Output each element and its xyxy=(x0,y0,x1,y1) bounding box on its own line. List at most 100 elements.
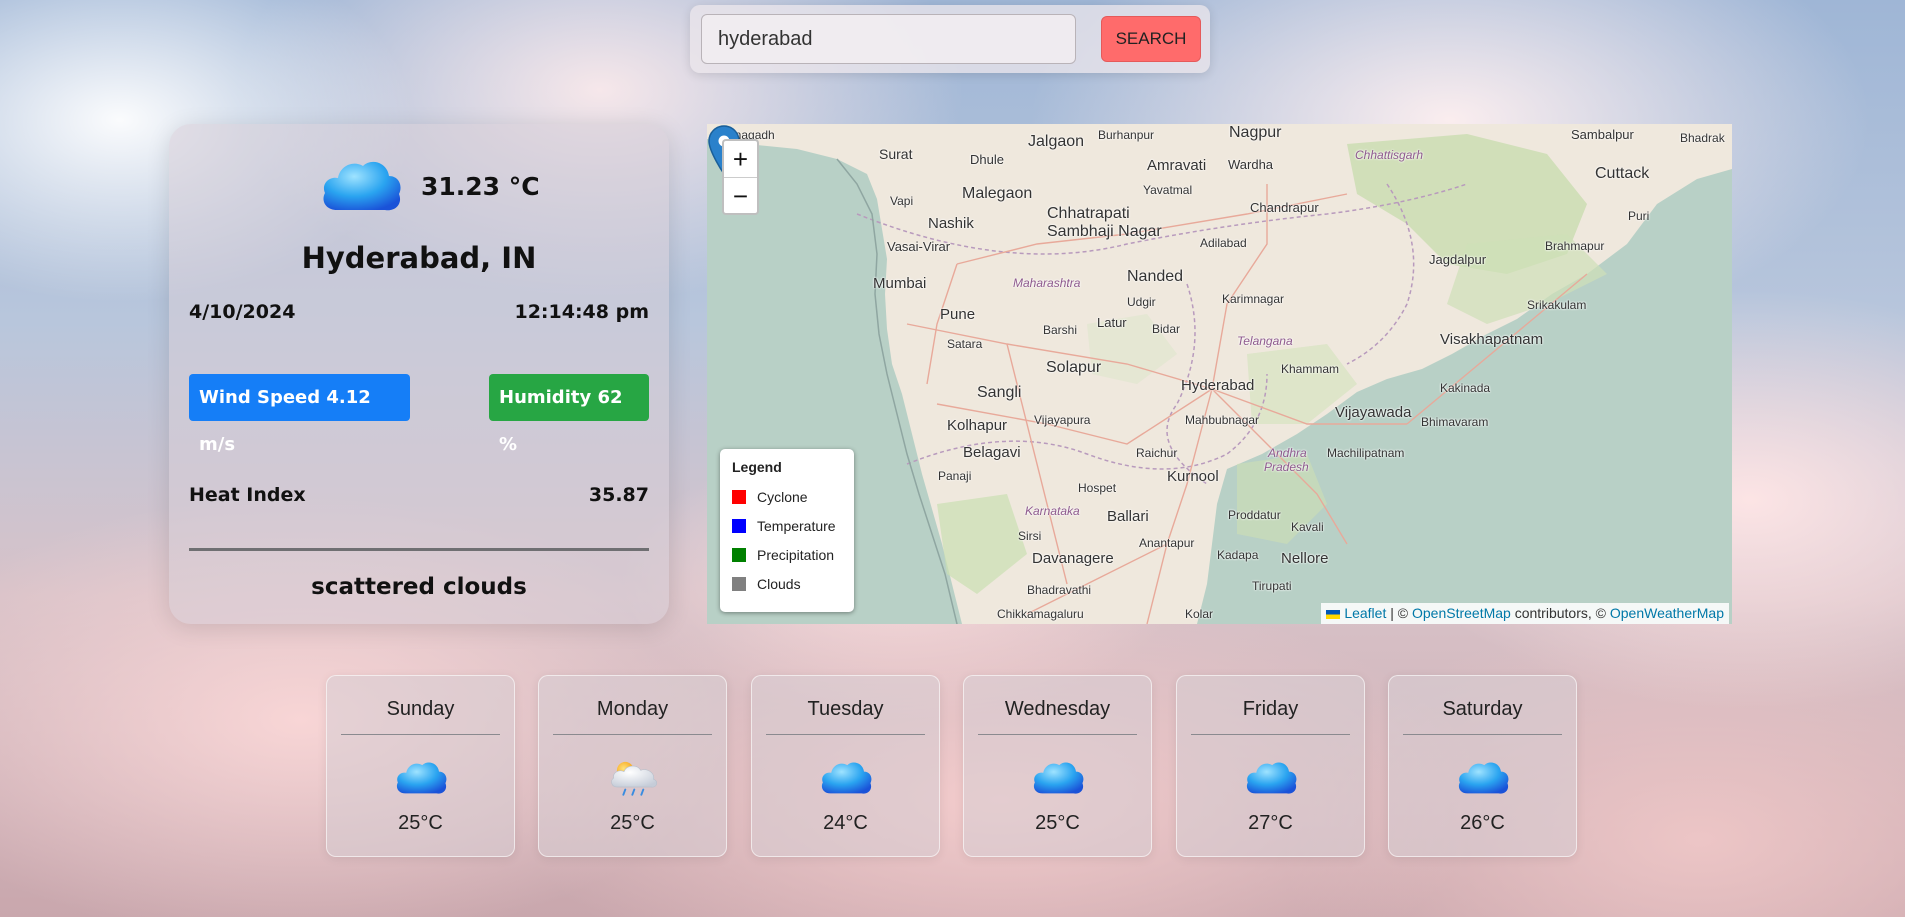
forecast-day: Monday xyxy=(596,698,669,720)
map-label-nagpur: Nagpur xyxy=(1229,124,1282,141)
map-label-karimnagar: Karimnagar xyxy=(1222,292,1285,306)
map-legend: Legend Cyclone Temperature Precipitation… xyxy=(720,449,854,612)
forecast-temperature: 26°C xyxy=(1460,812,1505,834)
map-label-chhattisgarh: Chhattisgarh xyxy=(1355,148,1424,162)
map-label-hospet: Hospet xyxy=(1078,481,1117,495)
map-label-machilipatnam: Machilipatnam xyxy=(1327,446,1405,460)
legend-swatch xyxy=(732,489,746,504)
map-label-jagdalpur: Jagdalpur xyxy=(1429,252,1487,267)
leaflet-link[interactable]: Leaflet xyxy=(1344,605,1386,621)
map-label-khammam: Khammam xyxy=(1281,362,1340,376)
forecast-card-tuesday: Tuesday 24°C xyxy=(751,675,940,857)
map-label-solapur: Solapur xyxy=(1046,359,1102,376)
map-label-adilabad: Adilabad xyxy=(1200,236,1247,250)
weather-description: scattered clouds xyxy=(311,574,527,600)
map-label-bhimavaram: Bhimavaram xyxy=(1421,415,1489,429)
map-label-sirsi: Sirsi xyxy=(1018,529,1042,543)
divider xyxy=(1191,734,1350,735)
map-label-telangana: Telangana xyxy=(1237,334,1293,348)
map-label-visakhapatnam: Visakhapatnam xyxy=(1440,331,1544,348)
map-label-davanagere: Davanagere xyxy=(1032,550,1114,567)
map-label-andhra: Andhra xyxy=(1268,446,1307,460)
map-label-yavatmal: Yavatmal xyxy=(1143,183,1193,197)
wind-speed-badge: Wind Speed 4.12 m/s xyxy=(189,374,410,455)
legend-title: Legend xyxy=(732,459,782,475)
forecast-card-saturday: Saturday 26°C xyxy=(1388,675,1577,857)
map-label-kakinada: Kakinada xyxy=(1440,381,1491,395)
map-label-nashik: Nashik xyxy=(928,215,974,232)
legend-label: Cyclone xyxy=(757,488,808,505)
map-label-bhadravathi: Bhadravathi xyxy=(1027,583,1092,597)
zoom-out-button[interactable]: − xyxy=(724,177,757,213)
current-temperature: 31.23 °C xyxy=(421,172,540,201)
map-label-kolhapur: Kolhapur xyxy=(947,417,1008,434)
map-label-vasai-virar: Vasai-Virar xyxy=(887,239,951,254)
map-label-burhanpur: Burhanpur xyxy=(1098,128,1155,142)
map-label-tirupati: Tirupati xyxy=(1252,579,1292,593)
map-label-kurnool: Kurnool xyxy=(1167,468,1219,485)
map-label-hyderabad: Hyderabad xyxy=(1181,377,1255,394)
search-input[interactable] xyxy=(701,14,1076,64)
map-label-amravati: Amravati xyxy=(1147,157,1207,174)
forecast-temperature: 25°C xyxy=(398,812,443,834)
map-label-satara: Satara xyxy=(947,337,983,351)
map-label-cuttack: Cuttack xyxy=(1595,165,1650,182)
map-label-nanded: Nanded xyxy=(1127,268,1184,285)
map-label-puri: Puri xyxy=(1628,209,1650,223)
legend-item-temperature: Temperature xyxy=(732,511,842,540)
forecast-temperature: 25°C xyxy=(610,812,655,834)
cloud-icon xyxy=(821,762,872,794)
forecast-day: Sunday xyxy=(386,698,455,720)
heat-index-value: 35.87 xyxy=(588,484,649,506)
divider xyxy=(553,734,712,735)
legend-swatch xyxy=(732,518,746,533)
zoom-in-button[interactable]: + xyxy=(724,141,757,177)
forecast-day: Wednesday xyxy=(1004,698,1111,720)
map-label-kavali: Kavali xyxy=(1291,520,1324,534)
forecast-card-wednesday: Wednesday 25°C xyxy=(963,675,1152,857)
map-label-srikakulam: Srikakulam xyxy=(1527,298,1587,312)
map-label-jalgaon: Jalgaon xyxy=(1028,133,1085,150)
map-label-belagavi: Belagavi xyxy=(963,444,1021,461)
map-label-sangli: Sangli xyxy=(977,384,1022,401)
divider xyxy=(1403,734,1562,735)
legend-item-clouds: Clouds xyxy=(732,569,842,598)
map-label-barshi: Barshi xyxy=(1043,323,1078,337)
map-label-chhatrapati: Chhatrapati xyxy=(1047,205,1130,222)
map-label-wardha: Wardha xyxy=(1228,157,1274,172)
openweathermap-link[interactable]: OpenWeatherMap xyxy=(1610,605,1724,621)
legend-swatch xyxy=(732,547,746,562)
forecast-card-sunday: Sunday 25°C xyxy=(326,675,515,857)
attribution-separator: | © xyxy=(1386,605,1412,621)
map-label-surat: Surat xyxy=(879,146,913,162)
forecast-card-monday: Monday 25°C xyxy=(538,675,727,857)
divider xyxy=(766,734,925,735)
cloud-icon xyxy=(396,762,447,794)
search-button[interactable]: SEARCH xyxy=(1101,16,1201,62)
sun-rain-cloud-icon xyxy=(611,761,658,796)
map-label-vijayapura: Vijayapura xyxy=(1034,413,1091,427)
map-label-latur: Latur xyxy=(1097,315,1127,330)
city-name: Hyderabad, IN xyxy=(301,241,537,275)
map-label-bhadrak: Bhadrak xyxy=(1680,131,1725,145)
map-label-anantapur: Anantapur xyxy=(1139,536,1195,550)
map-label-bidar: Bidar xyxy=(1152,322,1181,336)
ukraine-flag-icon xyxy=(1326,609,1341,619)
cloud-icon xyxy=(323,161,401,211)
map-label-pune: Pune xyxy=(940,306,976,323)
divider xyxy=(978,734,1137,735)
current-date: 4/10/2024 xyxy=(189,301,296,323)
map-label-udgir: Udgir xyxy=(1127,295,1156,309)
weather-map[interactable]: Junagadh Surat Dhule Jalgaon Burhanpur Nagpur… xyxy=(707,124,1732,624)
map-label-raichur: Raichur xyxy=(1136,446,1178,460)
search-bar: SEARCH xyxy=(690,5,1210,73)
humidity-badge: Humidity 62 % xyxy=(489,374,649,455)
legend-label: Clouds xyxy=(757,575,801,592)
map-label-karnataka: Karnataka xyxy=(1025,504,1080,518)
openstreetmap-link[interactable]: OpenStreetMap xyxy=(1412,605,1511,621)
forecast-day: Tuesday xyxy=(807,698,884,720)
cloud-icon xyxy=(1246,762,1297,794)
legend-label: Precipitation xyxy=(757,546,835,563)
forecast-day: Friday xyxy=(1242,698,1299,720)
map-label-kadapa: Kadapa xyxy=(1217,548,1259,562)
